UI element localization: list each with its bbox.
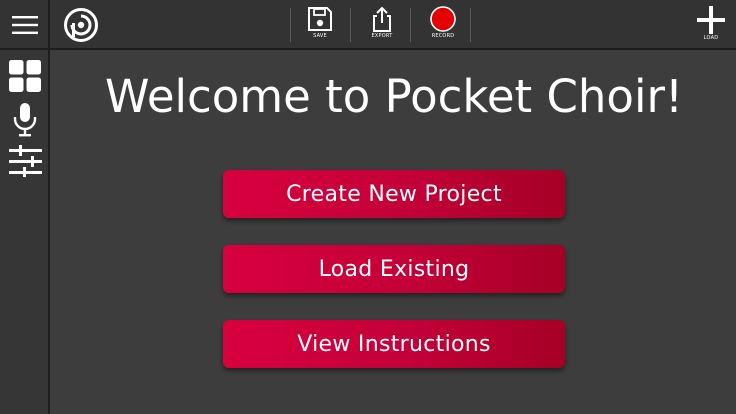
sliders-icon[interactable] bbox=[9, 145, 42, 177]
save-button[interactable]: SAVE bbox=[300, 6, 340, 46]
top-toolbar: SAVE EXPORT RECORD LOAD bbox=[0, 0, 736, 50]
grid-icon[interactable] bbox=[9, 60, 41, 92]
toolbar-separator bbox=[470, 8, 471, 42]
page-title: Welcome to Pocket Choir! bbox=[104, 70, 684, 123]
record-icon bbox=[430, 6, 456, 32]
export-button[interactable]: EXPORT bbox=[362, 6, 402, 46]
record-label: RECORD bbox=[431, 33, 455, 39]
load-existing-button[interactable]: Load Existing bbox=[223, 245, 565, 293]
microphone-icon[interactable] bbox=[12, 103, 38, 137]
save-disk-icon bbox=[308, 7, 332, 31]
export-label: EXPORT bbox=[371, 33, 393, 39]
load-label: LOAD bbox=[703, 35, 719, 41]
toolbar-separator bbox=[350, 8, 351, 42]
export-share-icon bbox=[373, 6, 391, 32]
pocket-choir-logo-icon[interactable] bbox=[63, 7, 99, 43]
toolbar-separator bbox=[290, 8, 291, 42]
toolbar-divider bbox=[48, 0, 50, 50]
load-button[interactable]: LOAD bbox=[691, 6, 731, 46]
toolbar-separator bbox=[410, 8, 411, 42]
hamburger-menu-icon[interactable] bbox=[12, 15, 38, 35]
create-new-project-button[interactable]: Create New Project bbox=[223, 170, 565, 218]
plus-icon bbox=[697, 6, 725, 34]
sidebar bbox=[0, 50, 50, 414]
save-label: SAVE bbox=[313, 33, 327, 39]
view-instructions-button[interactable]: View Instructions bbox=[223, 320, 565, 368]
record-button[interactable]: RECORD bbox=[423, 6, 463, 46]
